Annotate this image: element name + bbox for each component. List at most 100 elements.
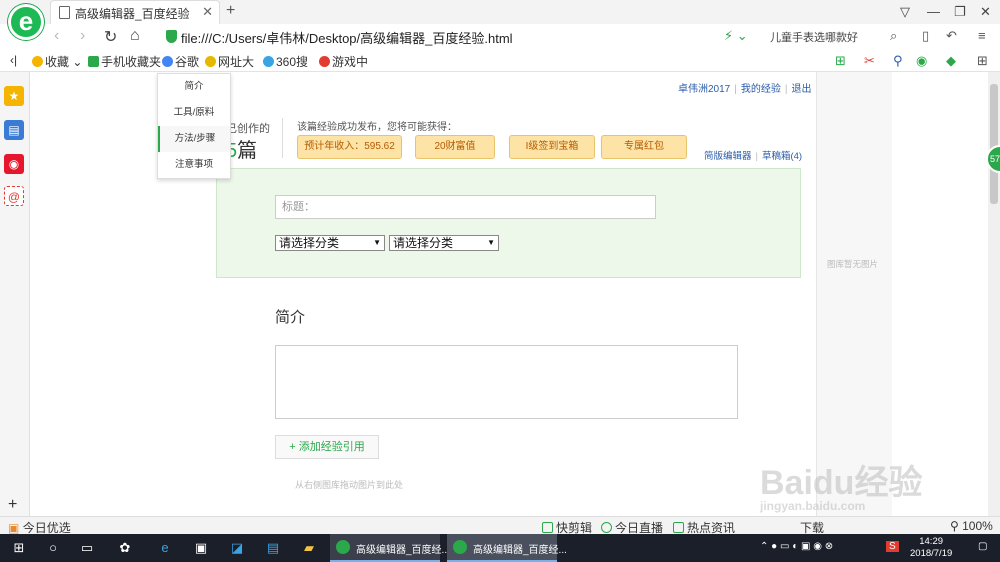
forward-icon[interactable]: › — [80, 27, 85, 45]
bookmark-mobile[interactable]: 手机收藏夹 — [88, 53, 161, 70]
vertical-scrollbar[interactable] — [988, 72, 1000, 516]
app-icon[interactable]: ✿ — [116, 539, 134, 557]
tab-title: 高级编辑器_百度经验 — [75, 7, 190, 21]
shield-plugin-icon[interactable]: ◆ — [946, 53, 956, 69]
weibo-icon[interactable]: ◉ — [4, 154, 24, 174]
dropdown-arrow-icon: ▼ — [487, 238, 495, 247]
category-select-1[interactable]: 请选择分类 ▼ — [275, 235, 385, 251]
google-icon — [162, 56, 173, 67]
apps-icon[interactable]: ⊞ — [977, 53, 988, 69]
add-reference-button[interactable]: + 添加经验引用 — [275, 435, 379, 459]
close-window-icon[interactable]: ✕ — [980, 4, 991, 20]
task-view-icon[interactable]: ▭ — [78, 539, 96, 557]
my-experience-link[interactable]: 我的经验 — [741, 84, 781, 95]
menu-item-notes[interactable]: 注意事项 — [158, 152, 230, 178]
intro-textarea[interactable] — [275, 345, 738, 419]
home-icon[interactable]: ⌂ — [130, 27, 140, 45]
browser-icon — [336, 540, 350, 554]
address-bar-row: ‹ › ↻ ⌂ file:///C:/Users/卓伟林/Desktop/高级编… — [0, 24, 1000, 50]
new-tab-icon[interactable]: + — [226, 2, 235, 20]
scissors-icon[interactable]: ✂ — [864, 53, 875, 69]
translate-icon[interactable]: ⊞ — [835, 53, 846, 69]
star-icon — [32, 56, 43, 67]
undo-icon[interactable]: ↶ — [946, 28, 957, 44]
monitor-icon[interactable]: ▤ — [264, 539, 282, 557]
section-nav-menu: 简介 工具/原料 方法/步骤 注意事项 — [157, 73, 231, 179]
taskbar-window-2[interactable]: 高级编辑器_百度经... — [447, 534, 567, 562]
tool-icon[interactable]: ◪ — [228, 539, 246, 557]
logout-link[interactable]: 退出 — [791, 84, 811, 95]
reward-wealth: 20财富值 — [415, 135, 495, 159]
tab-close-icon[interactable]: ✕ — [202, 4, 213, 20]
back-icon[interactable]: ‹ — [54, 27, 59, 45]
drag-hint: 从右侧图库拖动图片到此处 — [295, 480, 404, 490]
url-input[interactable]: file:///C:/Users/卓伟林/Desktop/高级编辑器_百度经验.… — [181, 28, 513, 47]
search-icon[interactable]: ⌕ — [890, 28, 897, 44]
editor-links: 简版编辑器 | 草稿箱(4) — [704, 151, 803, 162]
speed-mode-icon[interactable]: ⚡ ⌄ — [724, 28, 748, 44]
play-icon — [601, 522, 612, 533]
bookmark-nav[interactable]: 网址大 — [205, 53, 254, 70]
bookmark-favorites[interactable]: 收藏 ⌄ — [32, 53, 82, 70]
menu-item-steps[interactable]: 方法/步骤 — [158, 126, 230, 152]
menu-icon[interactable]: ≡ — [978, 28, 986, 43]
mail-icon[interactable]: @ — [4, 186, 24, 206]
store-icon[interactable]: ▣ — [192, 539, 210, 557]
cortana-icon[interactable]: ○ — [44, 539, 62, 557]
security-shield-icon — [166, 30, 177, 43]
browser-logo-icon[interactable]: e — [8, 4, 44, 40]
tab-active[interactable]: 高级编辑器_百度经验 ✕ — [50, 0, 220, 24]
title-input[interactable]: 标题： — [275, 195, 656, 219]
taskbar-window-1[interactable]: 高级编辑器_百度经... — [330, 534, 450, 562]
folder-icon[interactable]: ▰ — [300, 539, 318, 557]
notification-icon[interactable]: ▢ — [978, 541, 987, 552]
tray-icons[interactable]: ⌃ ● ▭ ◐ ▣ ◉ ⊗ — [760, 541, 833, 552]
menu-item-intro[interactable]: 简介 — [158, 74, 230, 100]
reward-income: 预计年收入：595.62 — [297, 135, 402, 159]
image-gallery: 图库暂无图片 — [816, 72, 892, 516]
menu-item-tools[interactable]: 工具/原料 — [158, 100, 230, 126]
news-icon[interactable]: ▤ — [4, 120, 24, 140]
left-sidebar: ★ ▤ ◉ @ + — [0, 72, 30, 516]
add-sidebar-icon[interactable]: + — [8, 496, 17, 514]
search-input[interactable]: 儿童手表选哪款好 — [770, 29, 858, 45]
magnify-icon[interactable]: ⚲ — [893, 53, 903, 69]
title-panel: 标题： 请选择分类 ▼ 请选择分类 ▼ — [216, 168, 801, 278]
drafts-link[interactable]: 草稿箱(4) — [762, 151, 802, 162]
user-links: 卓伟洲2017 | 我的经验 | 退出 — [678, 84, 812, 95]
reward-redpacket: 专属红包 — [601, 135, 687, 159]
reward-chest: I级签到宝箱 — [509, 135, 595, 159]
browser-titlebar: e 高级编辑器_百度经验 ✕ + ▽ — ❐ ✕ — [0, 0, 1000, 40]
baidu-watermark: Baidu经验 jingyan.baidu.com — [760, 464, 923, 513]
search360-icon — [263, 56, 274, 67]
section-title: 简介 — [275, 309, 306, 326]
gallery-empty-text: 图库暂无图片 — [827, 259, 879, 269]
edge-icon[interactable]: e — [156, 539, 174, 557]
mobile-icon[interactable]: ▯ — [922, 28, 929, 44]
username-link[interactable]: 卓伟洲2017 — [678, 84, 730, 95]
page-icon — [59, 6, 70, 19]
windows-taskbar: ⊞ ○ ▭ ✿ e ▣ ◪ ▤ ▰ 高级编辑器_百度经... 高级编辑器_百度经… — [0, 534, 1000, 562]
dropdown-arrow-icon: ▼ — [373, 238, 381, 247]
game-icon — [319, 56, 330, 67]
minimize-icon[interactable]: — — [927, 4, 940, 19]
nav-icon — [205, 56, 216, 67]
category-select-2[interactable]: 请选择分类 ▼ — [389, 235, 499, 251]
bookmark-google[interactable]: 谷歌 — [162, 53, 199, 70]
simple-editor-link[interactable]: 简版编辑器 — [704, 151, 752, 162]
windows-start-icon[interactable]: ⊞ — [10, 539, 28, 557]
game-pad-icon[interactable]: ◉ — [916, 53, 927, 69]
skin-icon[interactable]: ▽ — [900, 4, 910, 20]
bookmark-games[interactable]: 游戏中 — [319, 53, 368, 70]
cut-icon — [542, 522, 553, 533]
scrollbar-thumb[interactable] — [990, 84, 998, 204]
clock[interactable]: 14:29 2018/7/19 — [910, 536, 952, 560]
refresh-icon[interactable]: ↻ — [104, 27, 117, 47]
maximize-icon[interactable]: ❐ — [954, 4, 966, 20]
favorites-icon[interactable]: ★ — [4, 86, 24, 106]
sogou-icon[interactable]: S — [886, 541, 899, 552]
bookmark-360[interactable]: 360搜 — [263, 53, 308, 70]
zoom-level[interactable]: ⚲ 100% — [950, 519, 993, 533]
status-bar: ▣ 今日优选 快剪辑 今日直播 热点资讯 下载 ⚲ 100% — [0, 516, 1000, 535]
collapse-sidebar-icon[interactable]: ‹| — [10, 53, 17, 67]
